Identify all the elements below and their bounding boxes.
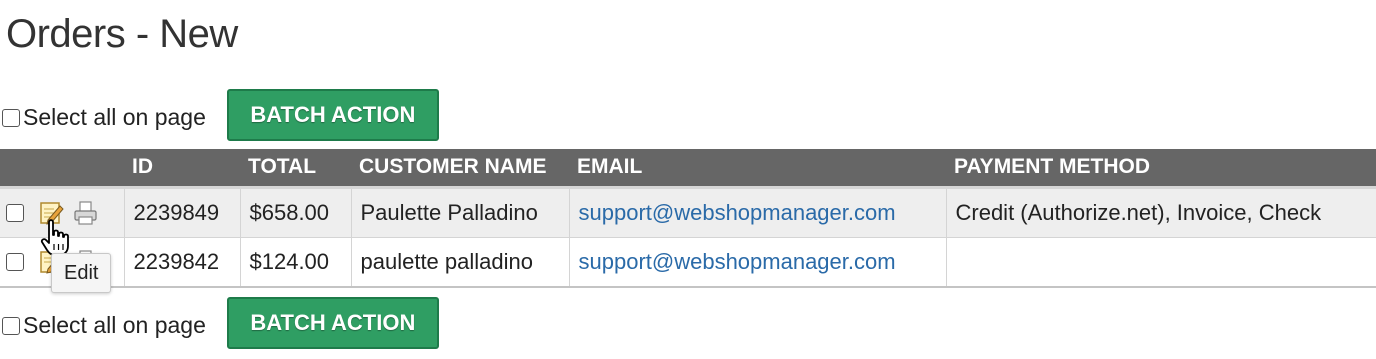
cell-customer-name: paulette palladino	[351, 237, 570, 288]
row-select-checkbox[interactable]	[6, 252, 24, 271]
cell-email: support@webshopmanager.com	[569, 237, 947, 288]
page-title: Orders - New	[6, 12, 238, 56]
batch-bar-bottom: Select all on page BATCH ACTION	[0, 296, 439, 350]
column-header-customer-name[interactable]: CUSTOMER NAME	[351, 149, 569, 189]
column-header-id[interactable]: ID	[124, 149, 240, 189]
edit-tooltip: Edit	[51, 253, 112, 293]
print-icon[interactable]	[72, 200, 98, 226]
select-all-top[interactable]: Select all on page	[0, 104, 206, 131]
column-header-email[interactable]: EMAIL	[569, 149, 946, 189]
cell-email: support@webshopmanager.com	[569, 187, 947, 238]
table-row: 2239849 $658.00 Paulette Palladino suppo…	[0, 187, 1376, 238]
batch-action-button-bottom[interactable]: BATCH ACTION	[226, 297, 439, 349]
cell-id: 2239849	[124, 187, 241, 238]
table-header-row: ID TOTAL CUSTOMER NAME EMAIL PAYMENT MET…	[0, 149, 1376, 189]
table-row: 2239842 $124.00 paulette palladino suppo…	[0, 237, 1376, 288]
select-all-checkbox-top[interactable]	[2, 108, 20, 127]
cell-customer-name: Paulette Palladino	[351, 187, 570, 238]
cell-payment-method	[946, 237, 1376, 288]
select-all-label: Select all on page	[23, 312, 206, 338]
cell-total: $124.00	[240, 237, 352, 288]
batch-action-button-top[interactable]: BATCH ACTION	[226, 89, 439, 141]
cell-total: $658.00	[240, 187, 352, 238]
column-header-payment-method[interactable]: PAYMENT METHOD	[946, 149, 1376, 189]
orders-table: ID TOTAL CUSTOMER NAME EMAIL PAYMENT MET…	[0, 149, 1376, 288]
batch-bar-top: Select all on page BATCH ACTION	[0, 88, 439, 142]
cell-id: 2239842	[124, 237, 241, 288]
email-link[interactable]: support@webshopmanager.com	[579, 200, 896, 225]
select-all-label: Select all on page	[23, 104, 206, 130]
column-header-actions	[0, 149, 124, 189]
select-all-checkbox-bottom[interactable]	[2, 316, 20, 335]
select-all-bottom[interactable]: Select all on page	[0, 312, 206, 339]
row-select-checkbox[interactable]	[6, 203, 24, 222]
email-link[interactable]: support@webshopmanager.com	[579, 249, 896, 274]
column-header-total[interactable]: TOTAL	[240, 149, 351, 189]
cell-payment-method: Credit (Authorize.net), Invoice, Check	[946, 187, 1376, 238]
pointer-hand-icon	[40, 219, 69, 256]
